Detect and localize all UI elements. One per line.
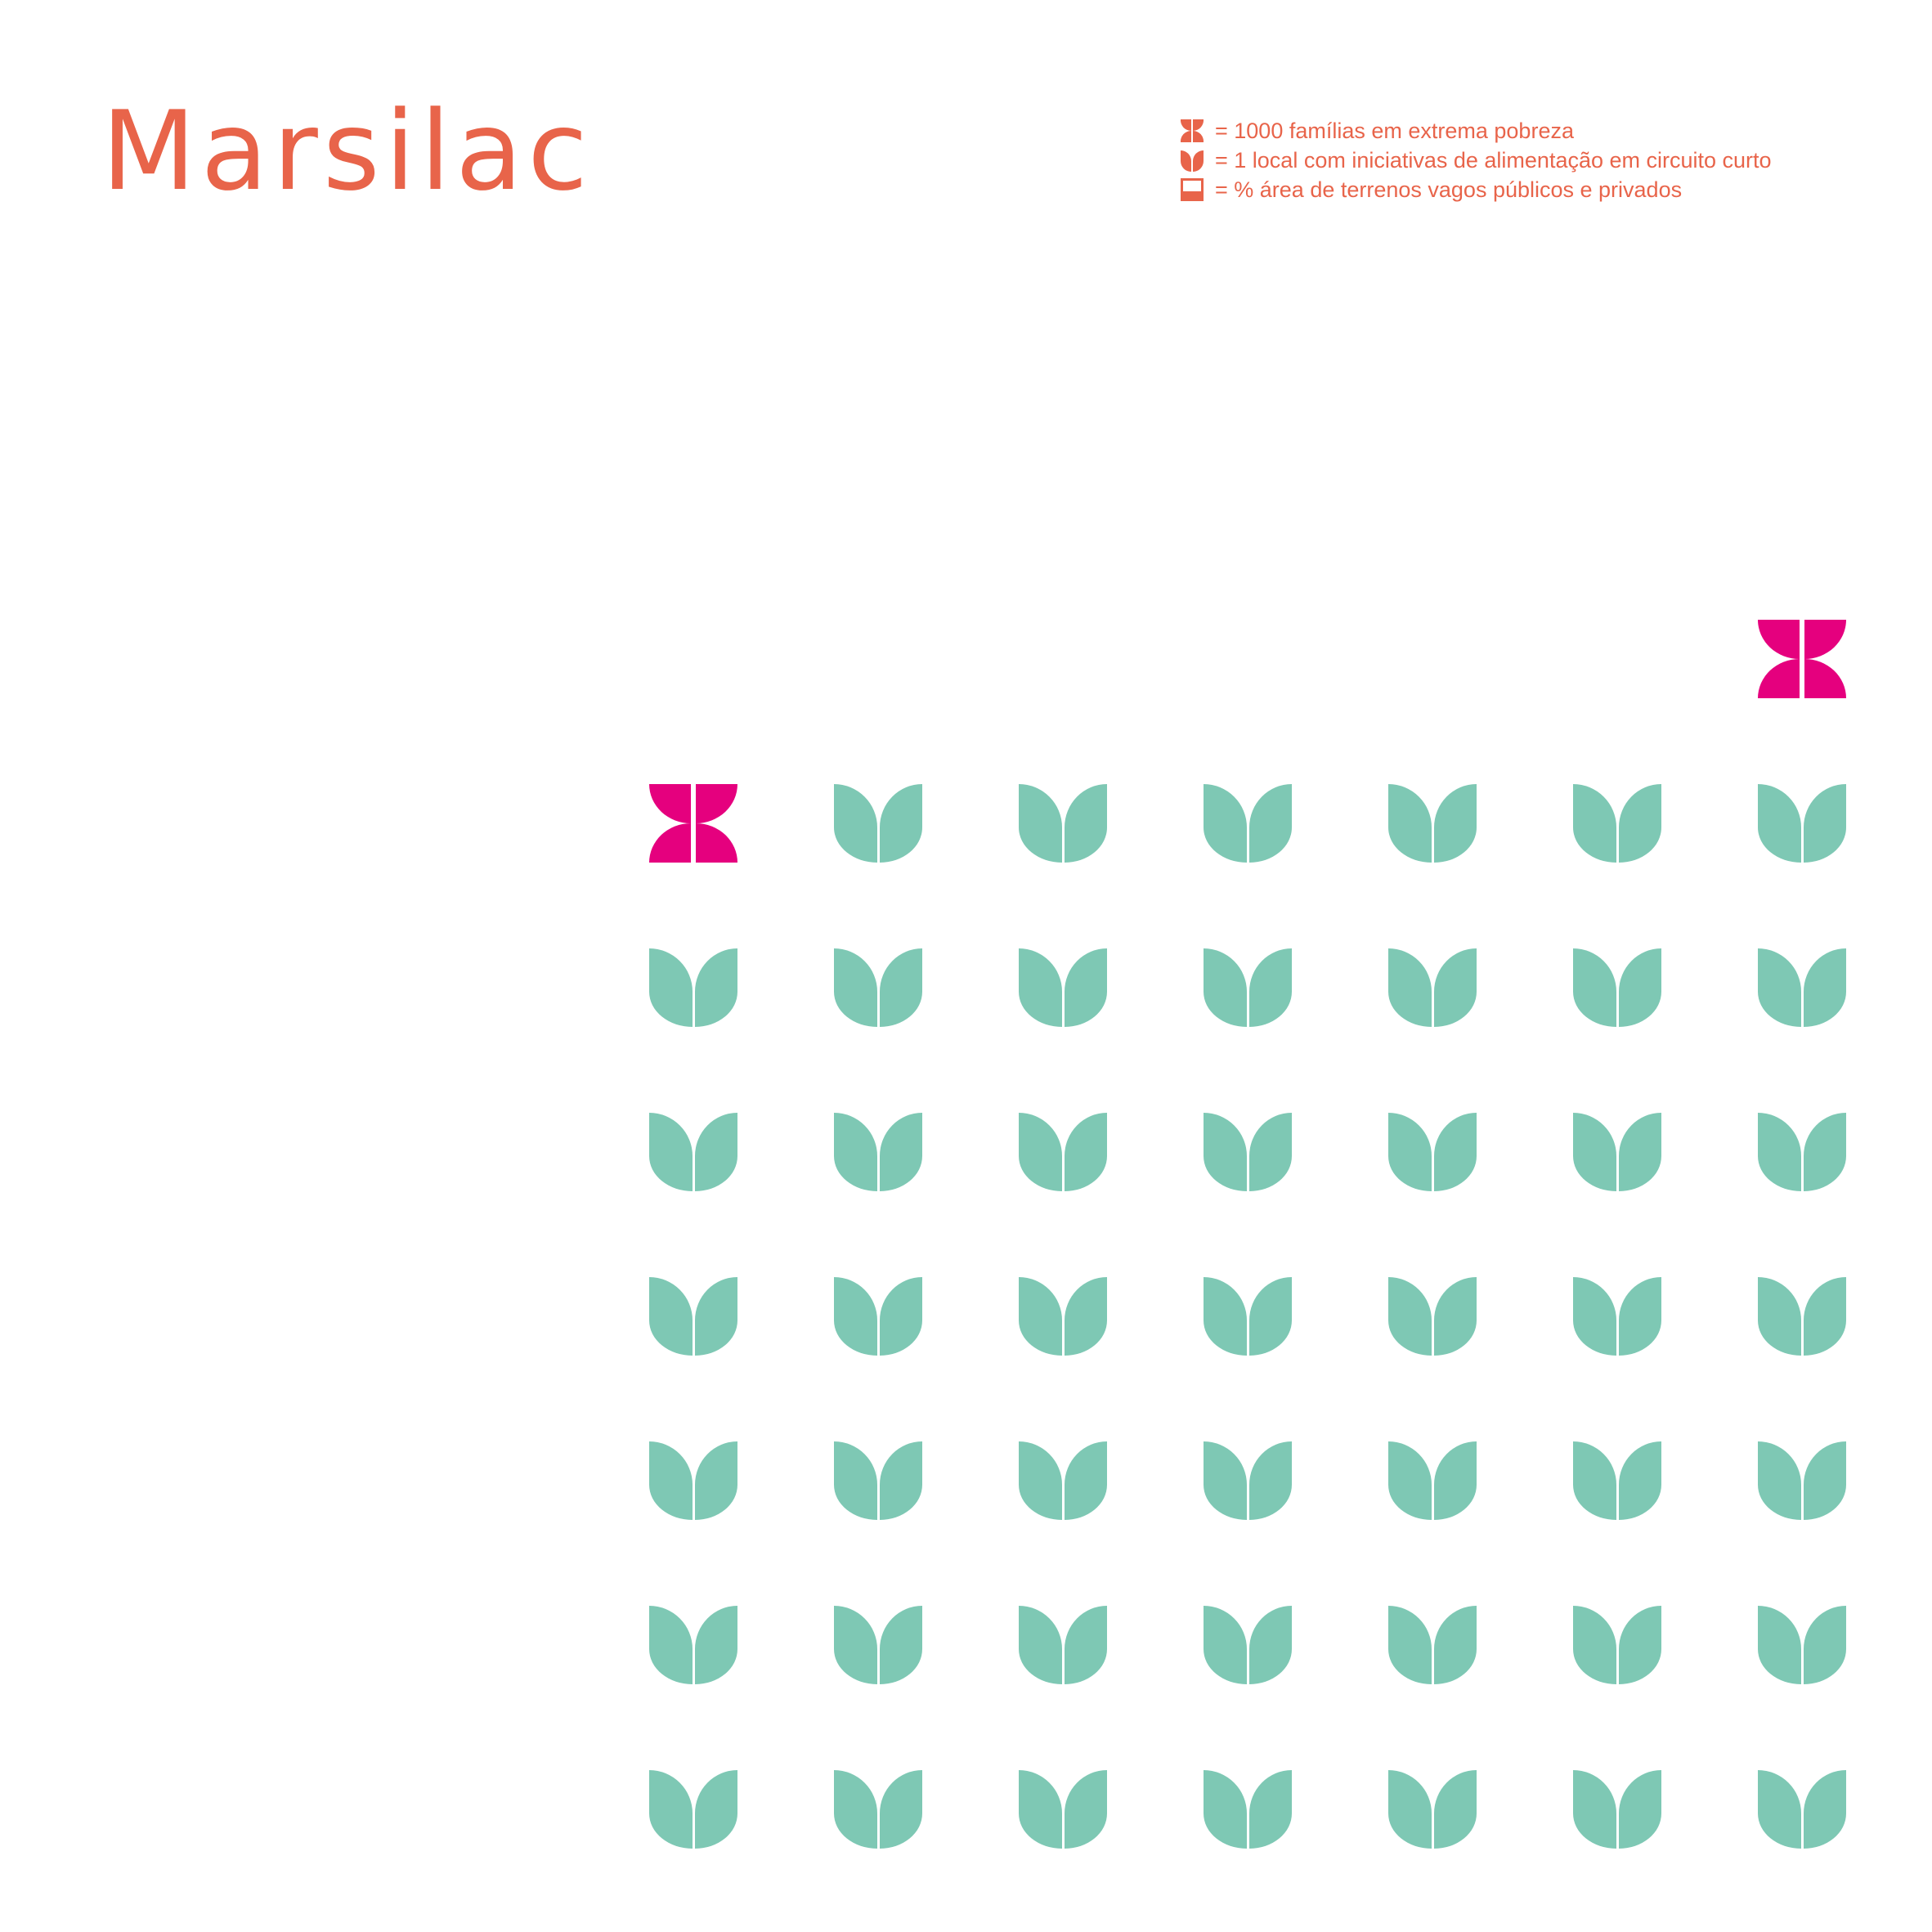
food-initiative-icon bbox=[1758, 1277, 1846, 1356]
food-initiative-icon bbox=[834, 948, 922, 1027]
food-initiative-icon bbox=[1019, 1770, 1107, 1849]
food-initiative-icon bbox=[1204, 1277, 1292, 1356]
food-initiative-icon bbox=[1204, 1441, 1292, 1520]
pictogram-grid bbox=[0, 0, 1932, 1932]
food-initiative-icon bbox=[834, 1277, 922, 1356]
food-initiative-icon bbox=[1388, 1606, 1477, 1684]
food-initiative-icon bbox=[1388, 784, 1477, 863]
food-initiative-icon bbox=[1388, 1113, 1477, 1191]
food-initiative-icon bbox=[1758, 1770, 1846, 1849]
food-initiative-icon bbox=[1019, 1441, 1107, 1520]
food-initiative-icon bbox=[1204, 1113, 1292, 1191]
food-initiative-icon bbox=[1019, 1606, 1107, 1684]
food-initiative-icon bbox=[1573, 1770, 1661, 1849]
food-initiative-icon bbox=[1758, 948, 1846, 1027]
food-initiative-icon bbox=[1388, 1770, 1477, 1849]
food-initiative-icon bbox=[1204, 1770, 1292, 1849]
food-initiative-icon bbox=[834, 1441, 922, 1520]
food-initiative-icon bbox=[1388, 1277, 1477, 1356]
food-initiative-icon bbox=[834, 784, 922, 863]
food-initiative-icon bbox=[649, 948, 737, 1027]
food-initiative-icon bbox=[1573, 948, 1661, 1027]
food-initiative-icon bbox=[1204, 784, 1292, 863]
food-initiative-icon bbox=[834, 1770, 922, 1849]
food-initiative-icon bbox=[834, 1606, 922, 1684]
food-initiative-icon bbox=[834, 1113, 922, 1191]
food-initiative-icon bbox=[649, 1606, 737, 1684]
food-initiative-icon bbox=[1204, 948, 1292, 1027]
food-initiative-icon bbox=[1019, 784, 1107, 863]
food-initiative-icon bbox=[649, 1113, 737, 1191]
food-initiative-icon bbox=[649, 1277, 737, 1356]
poverty-icon bbox=[1758, 620, 1846, 698]
food-initiative-icon bbox=[1019, 1113, 1107, 1191]
food-initiative-icon bbox=[1204, 1606, 1292, 1684]
food-initiative-icon bbox=[649, 1441, 737, 1520]
food-initiative-icon bbox=[1019, 948, 1107, 1027]
food-initiative-icon bbox=[1573, 784, 1661, 863]
food-initiative-icon bbox=[1388, 948, 1477, 1027]
food-initiative-icon bbox=[1388, 1441, 1477, 1520]
food-initiative-icon bbox=[1573, 1441, 1661, 1520]
food-initiative-icon bbox=[1573, 1113, 1661, 1191]
food-initiative-icon bbox=[1758, 1441, 1846, 1520]
food-initiative-icon bbox=[1573, 1277, 1661, 1356]
food-initiative-icon bbox=[1019, 1277, 1107, 1356]
food-initiative-icon bbox=[1758, 1606, 1846, 1684]
food-initiative-icon bbox=[1758, 1113, 1846, 1191]
food-initiative-icon bbox=[1758, 784, 1846, 863]
poverty-icon bbox=[649, 784, 737, 863]
food-initiative-icon bbox=[1573, 1606, 1661, 1684]
food-initiative-icon bbox=[649, 1770, 737, 1849]
